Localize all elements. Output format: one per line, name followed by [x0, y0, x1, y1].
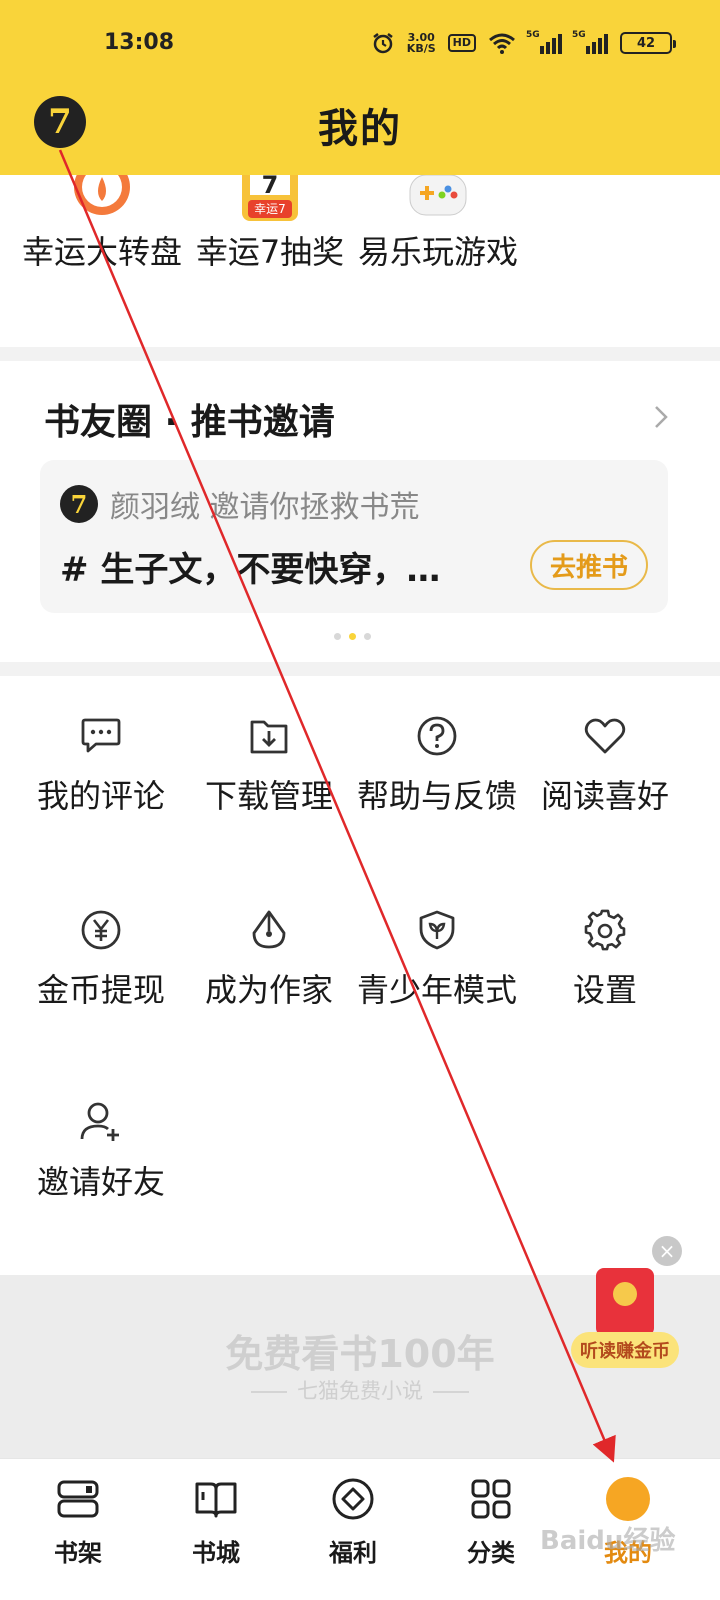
svg-text:7: 7 [262, 175, 279, 199]
invite-card[interactable]: 7 颜羽绒 邀请你拯救书荒 # 生子文，不要快穿，… 去推书 [40, 460, 668, 613]
lucky7-badge: 幸运7 [248, 200, 292, 218]
menu-my-comments[interactable]: 我的评论 [16, 714, 186, 818]
activity-apps-row: 幸运大转盘 7 幸运7 幸运7抽奖 易乐玩游戏 [0, 175, 720, 347]
app-label: 幸运7抽奖 [195, 233, 345, 271]
menu-teen-mode[interactable]: 青少年模式 [352, 908, 522, 1012]
carousel-dots [334, 633, 371, 640]
invite-header: 7 颜羽绒 邀请你拯救书荒 [60, 482, 420, 526]
teen-shield-icon [352, 908, 522, 952]
heart-icon [520, 714, 690, 758]
inviter-avatar: 7 [60, 485, 98, 523]
page-title: 我的 [318, 106, 402, 152]
signal-label-1: 5G [526, 30, 540, 40]
menu-label: 阅读喜好 [540, 777, 669, 815]
menu-label: 帮助与反馈 [356, 777, 517, 815]
banner-subtitle: 七猫免费小说 [0, 1375, 720, 1405]
chevron-right-icon[interactable] [654, 405, 668, 429]
status-time: 13:08 [104, 30, 175, 55]
menu-download-manager[interactable]: 下载管理 [184, 714, 354, 818]
avatar-glyph: 7 [70, 489, 88, 519]
app-label: 易乐玩游戏 [358, 233, 519, 271]
nav-label: 福利 [329, 1539, 377, 1567]
signal-icon-1: 5G [526, 30, 562, 54]
listen-earn-coins-button[interactable]: 听读赚金币 [571, 1332, 679, 1368]
battery-indicator: 42 [620, 32, 676, 54]
header-bar: 13:08 3.00 KB/S HD 5G 5G 42 7 我的 [0, 0, 720, 175]
app-label: 幸运大转盘 [22, 233, 183, 271]
section-divider [0, 347, 720, 361]
nav-category[interactable]: 分类 [431, 1459, 551, 1568]
red-packet-seal [613, 1282, 637, 1306]
menu-label: 设置 [572, 971, 637, 1009]
status-icons: 3.00 KB/S HD 5G 5G 42 [371, 28, 676, 58]
menu-label: 金币提现 [36, 971, 165, 1009]
nav-bookshelf[interactable]: 书架 [18, 1459, 138, 1568]
menu-label: 我的评论 [36, 777, 165, 815]
carousel-dot [364, 633, 371, 640]
menu-help-feedback[interactable]: 帮助与反馈 [352, 714, 522, 818]
hd-badge: HD [447, 34, 476, 52]
nav-bookstore[interactable]: 书城 [156, 1459, 276, 1568]
section-divider [0, 662, 720, 676]
app-lucky7[interactable]: 7 幸运7 幸运7抽奖 [190, 175, 350, 275]
gamepad-icon [408, 175, 468, 223]
recommend-book-button[interactable]: 去推书 [530, 540, 648, 590]
nav-label: 书架 [54, 1539, 102, 1567]
wheel-icon [72, 175, 132, 223]
signal-icon-2: 5G [572, 30, 608, 54]
invite-content: # 生子文，不要快穿，… [60, 550, 441, 590]
carousel-dot-active [349, 633, 356, 640]
invite-text: 颜羽绒 邀请你拯救书荒 [110, 490, 420, 525]
mine-face-icon [606, 1477, 650, 1521]
coin-yen-icon [16, 908, 186, 952]
add-user-icon [16, 1100, 186, 1144]
watermark: Baidu经验 [540, 1526, 676, 1556]
mine-icon [568, 1477, 688, 1521]
menu-become-writer[interactable]: 成为作家 [184, 908, 354, 1012]
alarm-icon [373, 33, 393, 54]
menu-invite-friends[interactable]: 邀请好友 [16, 1100, 186, 1204]
book-circle-title[interactable]: 书友圈 · 推书邀请 [44, 393, 335, 445]
speed-unit: KB/S [406, 42, 436, 55]
network-speed: 3.00 KB/S [407, 32, 436, 54]
welfare-icon [293, 1477, 413, 1521]
nav-welfare[interactable]: 福利 [293, 1459, 413, 1568]
menu-settings[interactable]: 设置 [520, 908, 690, 1012]
signal-label-2: 5G [572, 30, 586, 40]
carousel-dot [334, 633, 341, 640]
nav-label: 书城 [192, 1539, 240, 1567]
app-games[interactable]: 易乐玩游戏 [358, 175, 518, 275]
menu-label: 下载管理 [204, 777, 333, 815]
help-icon [352, 714, 522, 758]
nav-label: 分类 [467, 1539, 515, 1567]
app-lucky-wheel[interactable]: 幸运大转盘 [22, 175, 182, 275]
red-packet-icon[interactable] [596, 1268, 654, 1336]
menu-label: 青少年模式 [356, 971, 517, 1009]
wifi-icon [489, 33, 515, 54]
book-icon [156, 1477, 276, 1521]
bookshelf-icon [18, 1477, 138, 1521]
menu-label: 邀请好友 [36, 1163, 165, 1201]
menu-label: 成为作家 [204, 971, 333, 1009]
menu-reading-preference[interactable]: 阅读喜好 [520, 714, 690, 818]
menu-coin-withdraw[interactable]: 金币提现 [16, 908, 186, 1012]
comment-icon [16, 714, 186, 758]
download-folder-icon [184, 714, 354, 758]
gear-icon [520, 908, 690, 952]
lucky7-icon: 7 幸运7 [240, 175, 300, 223]
category-grid-icon [431, 1477, 551, 1521]
close-float-button[interactable]: × [652, 1236, 682, 1266]
pen-nib-icon [184, 908, 354, 952]
